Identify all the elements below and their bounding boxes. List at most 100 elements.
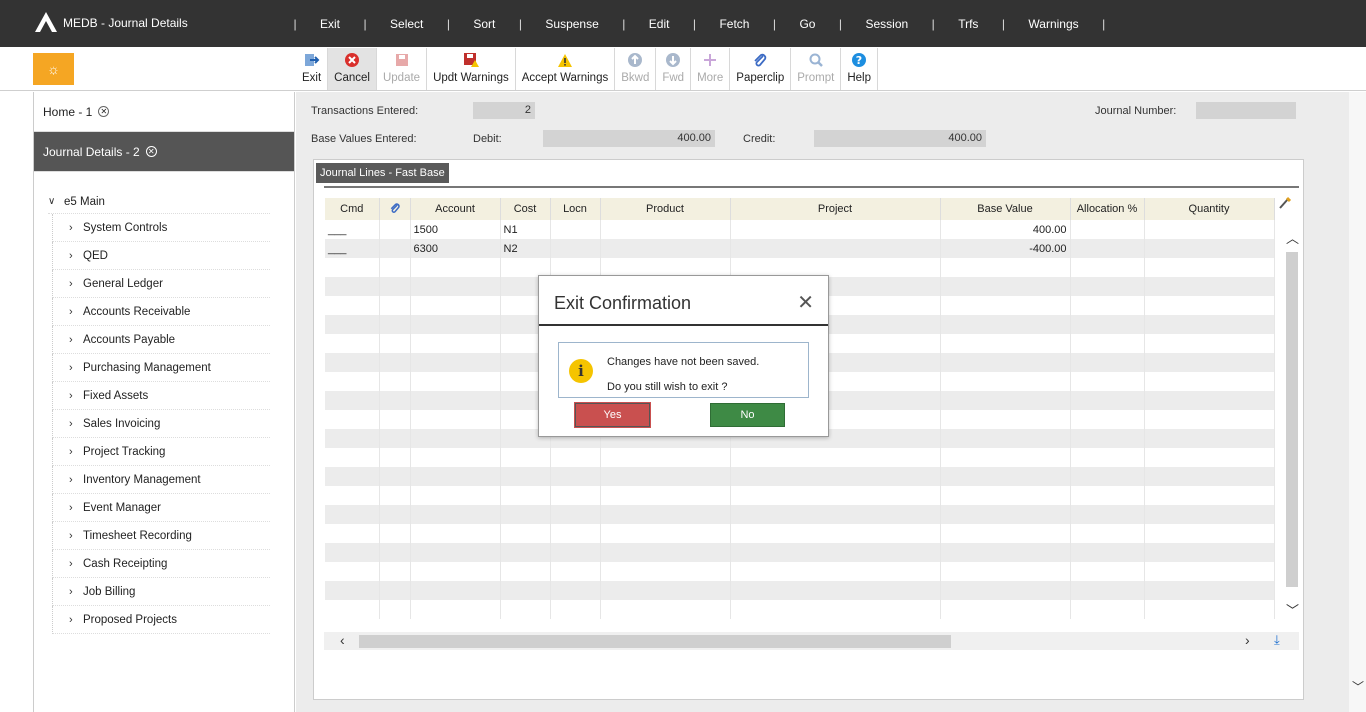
table-cell[interactable] xyxy=(410,467,501,486)
table-cell[interactable] xyxy=(410,581,501,600)
table-cell[interactable] xyxy=(325,448,380,467)
table-cell[interactable] xyxy=(500,524,551,543)
table-cell[interactable] xyxy=(379,334,411,353)
tree-item-general-ledger[interactable]: › General Ledger xyxy=(52,270,270,298)
session-tab-journal-details[interactable]: Journal Details - 2 ✕ xyxy=(34,132,294,172)
col-header-product[interactable]: Product xyxy=(600,198,731,220)
table-cell[interactable] xyxy=(730,600,941,619)
table-cell[interactable] xyxy=(379,391,411,410)
table-cell[interactable] xyxy=(1070,391,1145,410)
col-header-quantity[interactable]: Quantity xyxy=(1144,198,1275,220)
table-cell[interactable] xyxy=(500,486,551,505)
table-cell[interactable] xyxy=(1144,220,1275,239)
table-cell[interactable] xyxy=(600,467,731,486)
table-cell[interactable] xyxy=(730,505,941,524)
table-cell[interactable] xyxy=(1144,315,1275,334)
table-cell[interactable] xyxy=(600,220,731,239)
table-cell[interactable] xyxy=(325,296,380,315)
table-row[interactable] xyxy=(325,562,1275,581)
table-row[interactable]: ___ 1500 N1 400.00 xyxy=(325,220,1275,239)
table-cell[interactable] xyxy=(500,505,551,524)
table-cell[interactable] xyxy=(940,334,1071,353)
table-cell[interactable] xyxy=(1070,562,1145,581)
table-cell[interactable] xyxy=(410,410,501,429)
table-cell[interactable] xyxy=(940,296,1071,315)
table-row[interactable] xyxy=(325,581,1275,600)
table-cell[interactable] xyxy=(410,562,501,581)
table-cell[interactable] xyxy=(1070,258,1145,277)
scroll-left-icon[interactable]: ‹ xyxy=(340,632,345,648)
table-cell[interactable] xyxy=(1144,410,1275,429)
table-cell[interactable] xyxy=(600,239,731,258)
grid-hscroll-thumb[interactable] xyxy=(359,635,951,648)
table-cell[interactable] xyxy=(730,467,941,486)
table-cell[interactable] xyxy=(325,277,380,296)
table-cell[interactable] xyxy=(940,486,1071,505)
table-cell[interactable] xyxy=(379,543,411,562)
table-cell[interactable]: N1 xyxy=(500,220,551,239)
tree-item-job-billing[interactable]: › Job Billing xyxy=(52,578,270,606)
table-cell[interactable] xyxy=(1070,372,1145,391)
table-cell[interactable] xyxy=(379,562,411,581)
table-cell[interactable] xyxy=(940,543,1071,562)
table-cell[interactable] xyxy=(730,543,941,562)
table-cell[interactable] xyxy=(379,429,411,448)
table-cell[interactable] xyxy=(1144,505,1275,524)
tree-item-proposed-projects[interactable]: › Proposed Projects xyxy=(52,606,270,634)
menu-session[interactable]: Session xyxy=(847,17,926,31)
table-cell[interactable] xyxy=(550,524,601,543)
table-cell[interactable] xyxy=(379,258,411,277)
table-cell[interactable] xyxy=(550,600,601,619)
tree-item-fixed-assets[interactable]: › Fixed Assets xyxy=(52,382,270,410)
session-tab-home[interactable]: Home - 1 ✕ xyxy=(34,92,294,132)
table-cell[interactable] xyxy=(410,600,501,619)
table-cell[interactable] xyxy=(410,448,501,467)
table-cell[interactable] xyxy=(1070,277,1145,296)
cancel-button[interactable]: Cancel xyxy=(328,48,377,90)
close-icon[interactable]: ✕ xyxy=(98,106,110,117)
table-cell[interactable] xyxy=(940,505,1071,524)
table-cell[interactable] xyxy=(940,524,1071,543)
table-cell[interactable] xyxy=(550,562,601,581)
table-cell[interactable] xyxy=(410,258,501,277)
table-cell[interactable] xyxy=(550,486,601,505)
table-row[interactable] xyxy=(325,486,1275,505)
table-cell[interactable] xyxy=(940,277,1071,296)
table-cell[interactable] xyxy=(500,448,551,467)
table-cell[interactable] xyxy=(1144,600,1275,619)
table-cell[interactable] xyxy=(550,220,601,239)
table-cell[interactable] xyxy=(379,581,411,600)
table-cell[interactable] xyxy=(410,429,501,448)
table-cell[interactable] xyxy=(500,600,551,619)
table-cell[interactable] xyxy=(1070,353,1145,372)
table-cell[interactable] xyxy=(600,600,731,619)
table-cell[interactable] xyxy=(940,429,1071,448)
tree-item-purchasing-management[interactable]: › Purchasing Management xyxy=(52,354,270,382)
table-cell[interactable] xyxy=(1144,277,1275,296)
table-cell[interactable] xyxy=(550,467,601,486)
tree-item-timesheet-recording[interactable]: › Timesheet Recording xyxy=(52,522,270,550)
table-cell[interactable] xyxy=(1070,410,1145,429)
table-cell[interactable] xyxy=(600,581,731,600)
table-cell[interactable] xyxy=(550,448,601,467)
table-cell[interactable] xyxy=(325,505,380,524)
table-cell[interactable] xyxy=(730,562,941,581)
table-row[interactable] xyxy=(325,505,1275,524)
table-cell[interactable] xyxy=(1144,486,1275,505)
table-cell[interactable] xyxy=(410,315,501,334)
table-cell[interactable] xyxy=(730,220,941,239)
col-header-attachment[interactable] xyxy=(379,198,411,220)
table-cell[interactable] xyxy=(410,486,501,505)
table-cell[interactable] xyxy=(410,296,501,315)
tree-item-qed[interactable]: › QED xyxy=(52,242,270,270)
table-cell[interactable] xyxy=(940,581,1071,600)
table-cell[interactable] xyxy=(600,543,731,562)
tree-item-accounts-payable[interactable]: › Accounts Payable xyxy=(52,326,270,354)
table-cell[interactable] xyxy=(325,334,380,353)
table-cell[interactable] xyxy=(1070,296,1145,315)
table-cell[interactable] xyxy=(1144,353,1275,372)
tree-item-inventory-management[interactable]: › Inventory Management xyxy=(52,466,270,494)
tree-item-cash-receipting[interactable]: › Cash Receipting xyxy=(52,550,270,578)
table-cell[interactable] xyxy=(379,467,411,486)
menu-edit[interactable]: Edit xyxy=(631,17,688,31)
